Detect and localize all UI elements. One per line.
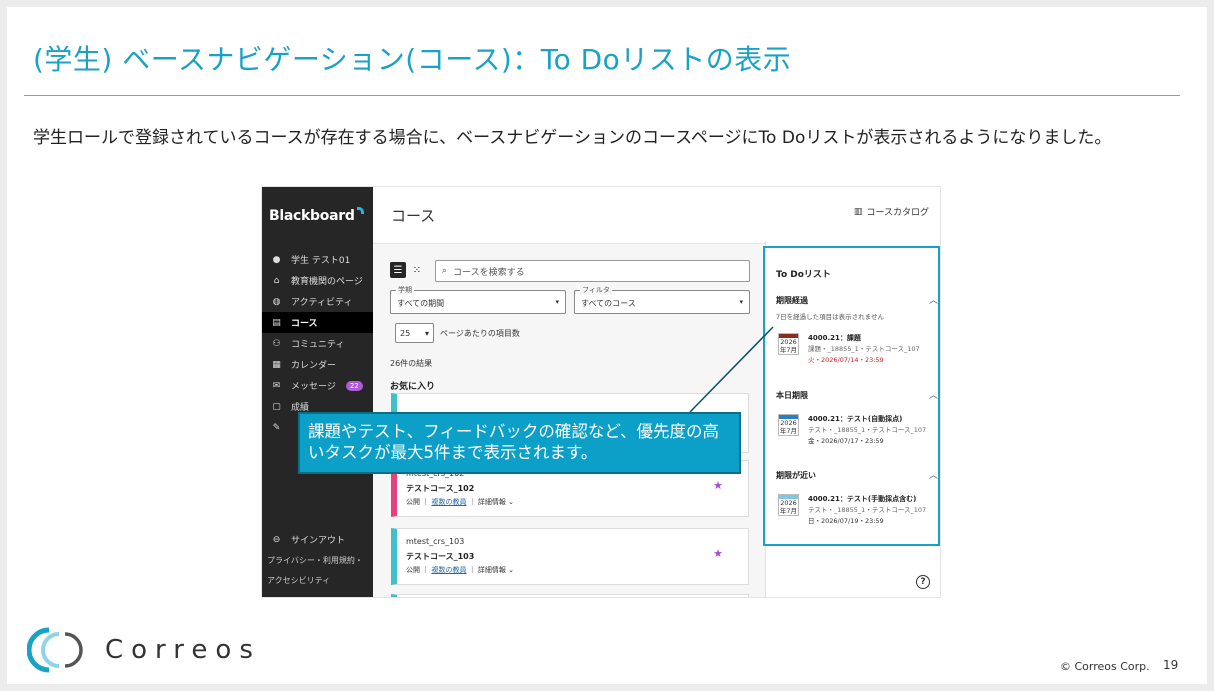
callout-connector <box>689 326 774 413</box>
corp-logo: Correos <box>27 626 261 674</box>
page-number: 19 <box>1163 658 1179 672</box>
company-name: Correos <box>105 635 261 665</box>
correos-logo-icon <box>27 627 83 673</box>
copyright: © Correos Corp. <box>1060 660 1150 673</box>
callout-box: 課題やテスト、フィードバックの確認など、優先度の高いタスクが最大5件まで表示され… <box>298 412 741 474</box>
